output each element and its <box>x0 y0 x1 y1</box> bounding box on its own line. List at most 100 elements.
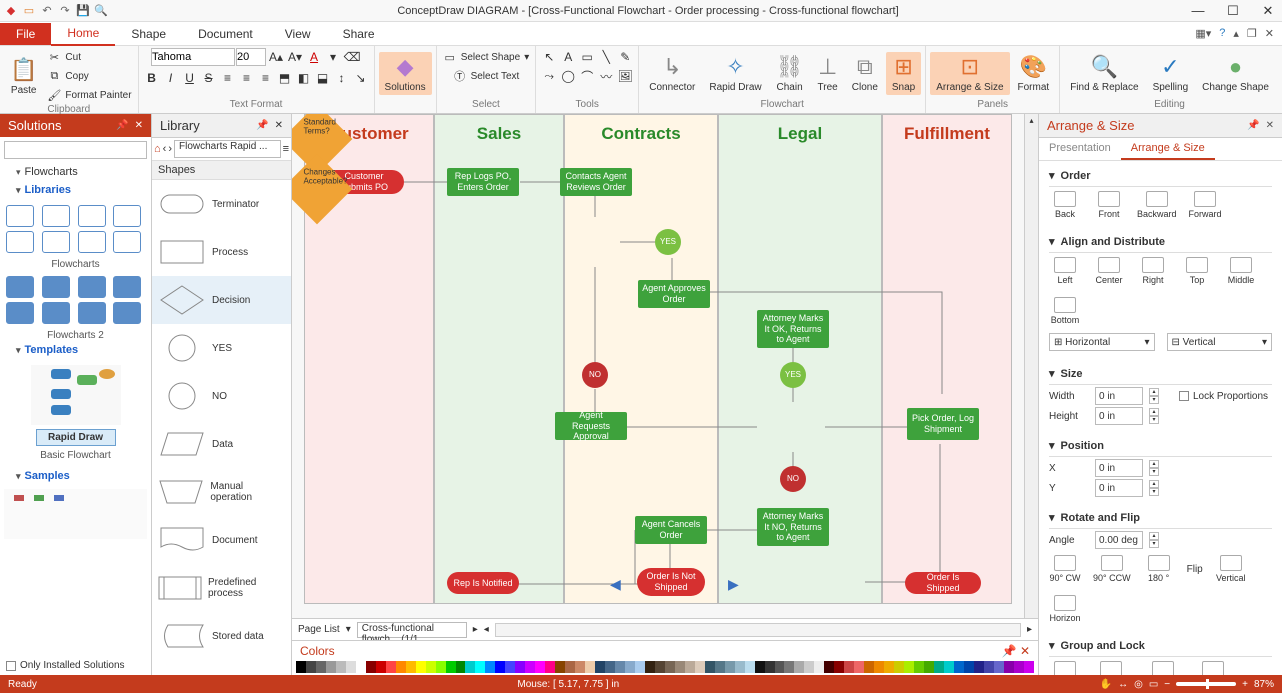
color-swatch[interactable] <box>934 661 944 673</box>
color-swatch[interactable] <box>1004 661 1014 673</box>
send-back-button[interactable]: Back <box>1049 191 1081 219</box>
color-swatch[interactable] <box>316 661 326 673</box>
color-swatch[interactable] <box>306 661 316 673</box>
shape-yes[interactable]: YES <box>152 324 291 372</box>
color-swatch[interactable] <box>775 661 785 673</box>
color-swatch[interactable] <box>605 661 615 673</box>
shape-decision[interactable]: Decision <box>152 276 291 324</box>
align-top-button[interactable]: Top <box>1181 257 1213 285</box>
rotate-180-button[interactable]: 180 ° <box>1143 555 1175 583</box>
zoom-out-button[interactable]: − <box>1164 679 1170 690</box>
connector-tool-icon[interactable]: ⤳ <box>540 67 558 85</box>
shape-thumb[interactable] <box>78 302 106 324</box>
color-swatch[interactable] <box>784 661 794 673</box>
copy-button[interactable]: ⧉Copy <box>45 67 133 85</box>
bring-forward-button[interactable]: Forward <box>1189 191 1222 219</box>
rapid-draw-button[interactable]: ✧Rapid Draw <box>703 52 767 95</box>
color-swatch[interactable] <box>296 661 306 673</box>
align-right-button[interactable]: Right <box>1137 257 1169 285</box>
shape-thumb[interactable] <box>113 231 141 253</box>
template-thumbnail[interactable]: Rapid Draw Basic Flowchart <box>31 365 121 461</box>
height-input[interactable]: 0 in <box>1095 407 1143 425</box>
color-swatch[interactable] <box>735 661 745 673</box>
close-button[interactable]: ✕ <box>1258 3 1278 19</box>
ellipse-tool-icon[interactable]: ◯ <box>559 67 577 85</box>
color-swatch[interactable] <box>1024 661 1034 673</box>
color-swatch[interactable] <box>804 661 814 673</box>
color-swatch[interactable] <box>645 661 655 673</box>
color-swatch[interactable] <box>824 661 834 673</box>
color-swatch[interactable] <box>525 661 535 673</box>
close-panel-icon[interactable]: ✕ <box>135 120 143 131</box>
rotate-cw-button[interactable]: 90° CW <box>1049 555 1081 583</box>
color-swatch[interactable] <box>475 661 485 673</box>
minimize-button[interactable]: — <box>1188 3 1208 19</box>
line-tool-icon[interactable]: ╲ <box>597 48 615 66</box>
shape-thumb[interactable] <box>6 205 34 227</box>
color-swatch[interactable] <box>356 661 366 673</box>
node-contacts-agent[interactable]: Contacts Agent Reviews Order <box>560 168 632 196</box>
close-panel-icon[interactable]: ✕ <box>1020 644 1030 658</box>
angle-input[interactable]: 0.00 deg <box>1095 531 1143 549</box>
distribute-vertical-combo[interactable]: ⊟ Vertical▾ <box>1167 333 1273 351</box>
zoom-in-button[interactable]: + <box>1242 679 1248 690</box>
distribute-horizontal-combo[interactable]: ⊞ Horizontal▾ <box>1049 333 1155 351</box>
close-panel-icon[interactable]: ✕ <box>1266 120 1274 131</box>
color-swatch[interactable] <box>844 661 854 673</box>
scroll-end-icon[interactable]: ▸ <box>1027 624 1032 635</box>
color-swatch[interactable] <box>685 661 695 673</box>
y-input[interactable]: 0 in <box>1095 479 1143 497</box>
color-swatch[interactable] <box>545 661 555 673</box>
document-tab[interactable]: Document <box>182 23 269 45</box>
lock-button[interactable]: Lock <box>1197 661 1229 675</box>
group-button[interactable]: Group <box>1049 661 1081 675</box>
text-tool-icon[interactable]: A <box>559 48 577 66</box>
find-replace-button[interactable]: 🔍Find & Replace <box>1064 52 1144 95</box>
valign-mid-icon[interactable]: ◧ <box>295 69 313 87</box>
new-icon[interactable]: ▭ <box>22 4 36 18</box>
color-swatch[interactable] <box>635 661 645 673</box>
shape-document[interactable]: Document <box>152 516 291 564</box>
arrange-size-tab[interactable]: Arrange & Size <box>1121 138 1215 160</box>
node-order-not-shipped[interactable]: Order Is Not Shipped <box>637 568 705 596</box>
color-swatch[interactable] <box>446 661 456 673</box>
cut-button[interactable]: ✂Cut <box>45 48 133 66</box>
pin-icon[interactable]: 📌 <box>116 120 128 131</box>
flip-horizontal-button[interactable]: Horizon <box>1049 595 1081 623</box>
shape-predefined[interactable]: Predefined process <box>152 564 291 612</box>
color-swatch[interactable] <box>326 661 336 673</box>
bring-front-button[interactable]: Front <box>1093 191 1125 219</box>
position-section[interactable]: ▾Position <box>1049 435 1272 457</box>
color-swatch[interactable] <box>794 661 804 673</box>
node-pick-order[interactable]: Pick Order, Log Shipment <box>907 408 979 440</box>
snap-button[interactable]: ⊞Snap <box>886 52 921 95</box>
solutions-search-input[interactable] <box>4 141 147 159</box>
text-launcher-icon[interactable]: ↘ <box>352 69 370 87</box>
color-swatch[interactable] <box>755 661 765 673</box>
search-icon[interactable]: 🔍 <box>94 4 108 18</box>
shape-process[interactable]: Process <box>152 228 291 276</box>
font-size-combo[interactable] <box>236 48 266 66</box>
lib-menu-icon[interactable]: ≡ <box>283 143 289 155</box>
flip-vertical-button[interactable]: Vertical <box>1215 555 1247 583</box>
color-swatch[interactable] <box>505 661 515 673</box>
view-tab[interactable]: View <box>269 23 327 45</box>
sample-thumbnail[interactable] <box>4 489 147 539</box>
color-swatch[interactable] <box>665 661 675 673</box>
node-yes-1[interactable]: YES <box>655 229 681 255</box>
font-name-combo[interactable] <box>151 48 235 66</box>
ungroup-button[interactable]: UnGroup <box>1093 661 1130 675</box>
nav-left-icon[interactable]: ◀ <box>610 576 621 593</box>
color-swatch[interactable] <box>834 661 844 673</box>
color-swatch[interactable] <box>1014 661 1024 673</box>
color-swatch[interactable] <box>575 661 585 673</box>
samples-tree-item[interactable]: ▾Samples <box>0 467 151 485</box>
shape-data[interactable]: Data <box>152 420 291 468</box>
color-swatch[interactable] <box>535 661 545 673</box>
grid-icon[interactable]: ▦▾ <box>1195 27 1211 40</box>
align-dist-section[interactable]: ▾Align and Distribute <box>1049 231 1272 253</box>
color-swatch[interactable] <box>555 661 565 673</box>
color-swatch[interactable] <box>416 661 426 673</box>
close-doc-icon[interactable]: ✕ <box>1265 27 1274 40</box>
clone-button[interactable]: ⧉Clone <box>846 52 884 95</box>
